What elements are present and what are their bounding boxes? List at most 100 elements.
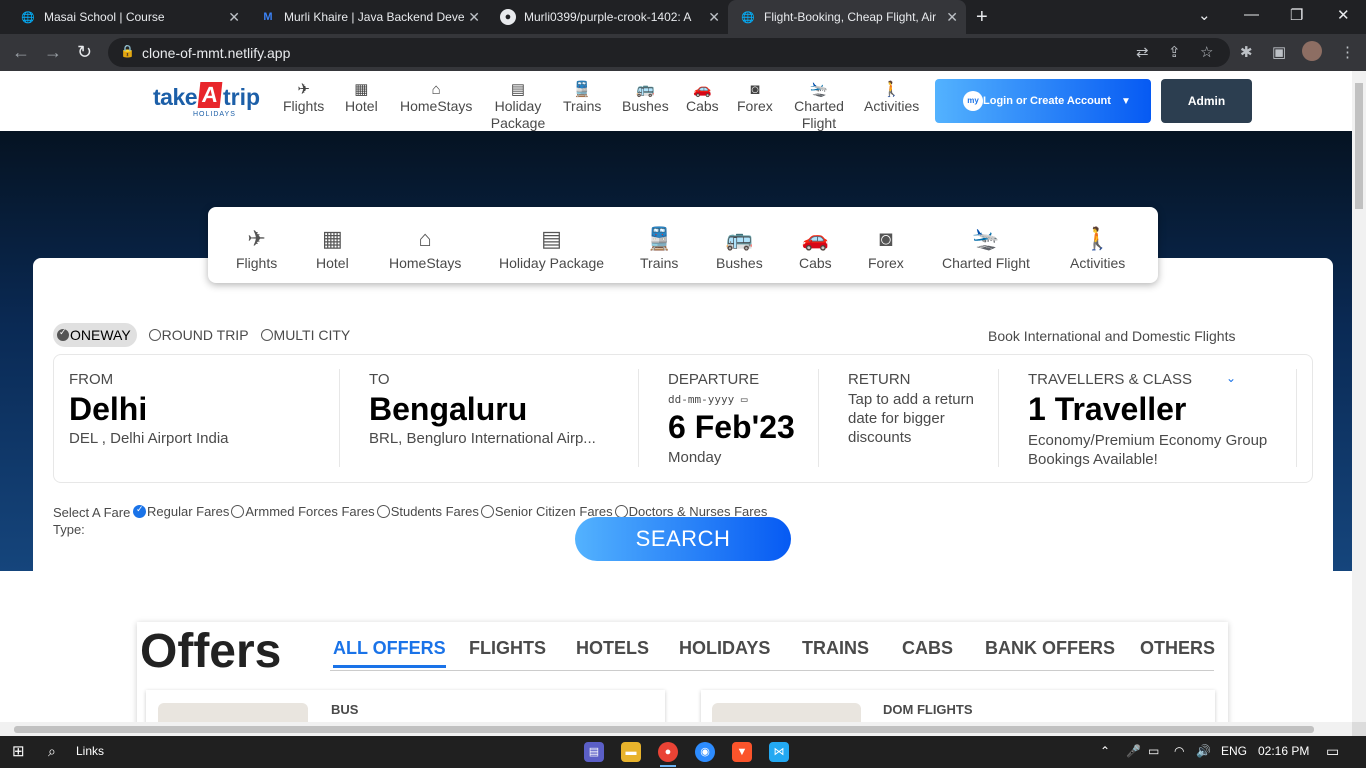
offers-tab-flights[interactable]: FLIGHTS bbox=[469, 638, 546, 659]
windows-start-icon[interactable]: ⊞ bbox=[12, 742, 25, 760]
trip-type-group: ONEWAY ROUND TRIP MULTI CITY bbox=[53, 321, 362, 349]
share-icon[interactable]: ⇪ bbox=[1168, 43, 1181, 61]
category-homestays[interactable]: ⌂ HomeStays bbox=[389, 225, 461, 271]
offers-tab-others[interactable]: OTHERS bbox=[1140, 638, 1215, 659]
offers-tab-cabs[interactable]: CABS bbox=[902, 638, 953, 659]
lock-icon: 🔒 bbox=[120, 44, 135, 58]
tab-title: Masai School | Course bbox=[44, 10, 165, 24]
profile-avatar-icon[interactable] bbox=[1302, 41, 1322, 61]
minimize-icon[interactable]: — bbox=[1244, 6, 1259, 23]
departure-field[interactable]: DEPARTURE dd-mm-yyyy ▭ 6 Feb'23 Monday bbox=[668, 355, 818, 482]
trip-type-roundtrip[interactable]: ROUND TRIP bbox=[148, 327, 249, 343]
chrome-icon[interactable]: ● bbox=[658, 742, 678, 762]
search-button[interactable]: SEARCH bbox=[575, 517, 791, 561]
clock[interactable]: 02:16 PM bbox=[1258, 744, 1309, 758]
taskbar-search-label[interactable]: Links bbox=[76, 744, 104, 758]
browser-tab-active[interactable]: 🌐 Flight-Booking, Cheap Flight, Air ✕ bbox=[728, 0, 966, 34]
category-activities[interactable]: 🚶 Activities bbox=[1070, 225, 1125, 271]
language-indicator[interactable]: ENG bbox=[1221, 744, 1247, 758]
fare-label: Armmed Forces Fares bbox=[245, 504, 375, 519]
to-field[interactable]: TO Bengaluru BRL, Bengluro International… bbox=[369, 355, 629, 482]
vscode-icon[interactable]: ⋈ bbox=[769, 742, 789, 762]
fare-students[interactable]: Students Fares bbox=[376, 504, 479, 519]
site-header: take A trip HOLIDAYS ✈ Flights ▦ Hotel ⌂ Ho… bbox=[0, 71, 1352, 131]
forward-icon[interactable]: → bbox=[44, 42, 62, 63]
close-tab-icon[interactable]: ✕ bbox=[708, 9, 720, 26]
fare-regular[interactable]: Regular Fares bbox=[133, 504, 229, 519]
offers-tab-all[interactable]: ALL OFFERS bbox=[333, 638, 446, 668]
nav-bushes[interactable]: 🚌 Bushes bbox=[622, 81, 669, 115]
category-hotel[interactable]: ▦ Hotel bbox=[316, 225, 349, 271]
nav-flights[interactable]: ✈ Flights bbox=[283, 81, 324, 115]
site-logo[interactable]: take A trip HOLIDAYS bbox=[153, 82, 263, 122]
offers-tab-trains[interactable]: TRAINS bbox=[802, 638, 869, 659]
fare-armed-forces[interactable]: Armmed Forces Fares bbox=[231, 504, 375, 519]
back-icon[interactable]: ← bbox=[12, 42, 30, 63]
nav-cabs[interactable]: 🚗 Cabs bbox=[686, 81, 719, 115]
return-field[interactable]: RETURN Tap to add a return date for bigg… bbox=[848, 355, 998, 482]
nav-charted-flight[interactable]: 🛬 Charted Flight bbox=[791, 81, 847, 132]
nav-hotel[interactable]: ▦ Hotel bbox=[345, 81, 378, 115]
tab-search-icon[interactable]: ⌄ bbox=[1198, 6, 1211, 24]
extensions-icon[interactable]: ✱ bbox=[1240, 43, 1253, 61]
browser-tab-profile[interactable]: M Murli Khaire | Java Backend Deve ✕ bbox=[248, 0, 488, 34]
notifications-icon[interactable]: ▭ bbox=[1326, 743, 1339, 760]
nav-activities[interactable]: 🚶 Activities bbox=[864, 81, 919, 115]
trip-type-multicity[interactable]: MULTI CITY bbox=[260, 327, 350, 343]
login-button[interactable]: my Login or Create Account ▼ bbox=[935, 79, 1151, 123]
offer-card[interactable]: BUS bbox=[146, 690, 665, 722]
scroll-thumb[interactable] bbox=[14, 726, 1314, 733]
offers-tab-bank[interactable]: BANK OFFERS bbox=[985, 638, 1115, 659]
browser-tab-github[interactable]: ● Murli0399/purple-crook-1402: A ✕ bbox=[488, 0, 728, 34]
from-field[interactable]: FROM Delhi DEL , Delhi Airport India bbox=[69, 355, 339, 482]
close-tab-icon[interactable]: ✕ bbox=[468, 9, 480, 26]
chevron-up-icon[interactable]: ⌃ bbox=[1100, 744, 1110, 758]
brave-icon[interactable]: ▼ bbox=[732, 742, 752, 762]
category-cabs[interactable]: 🚗 Cabs bbox=[799, 225, 832, 271]
scroll-thumb[interactable] bbox=[1355, 83, 1363, 209]
category-trains[interactable]: 🚆 Trains bbox=[640, 225, 678, 271]
logo-trip: trip bbox=[223, 84, 261, 110]
mic-icon[interactable]: 🎤 bbox=[1126, 744, 1141, 758]
url-input[interactable]: 🔒 clone-of-mmt.netlify.app bbox=[108, 38, 1230, 67]
bookmark-star-icon[interactable]: ☆ bbox=[1200, 43, 1213, 61]
offers-tab-hotels[interactable]: HOTELS bbox=[576, 638, 649, 659]
app-icon[interactable]: ▤ bbox=[584, 742, 604, 762]
nav-trains[interactable]: 🚆 Trains bbox=[563, 81, 601, 115]
browser-tab-masai[interactable]: 🌐 Masai School | Course ✕ bbox=[8, 0, 248, 34]
new-tab-button[interactable]: + bbox=[976, 6, 988, 29]
category-flights[interactable]: ✈ Flights bbox=[236, 225, 277, 271]
nav-forex[interactable]: ◙ Forex bbox=[737, 81, 773, 115]
zoom-icon[interactable]: ◉ bbox=[695, 742, 715, 762]
travellers-field[interactable]: TRAVELLERS & CLASS ⌄ 1 Traveller Economy… bbox=[1028, 355, 1298, 482]
horizontal-scrollbar[interactable] bbox=[0, 722, 1352, 736]
folder-icon[interactable]: ▬ bbox=[621, 742, 641, 762]
admin-button[interactable]: Admin bbox=[1161, 79, 1252, 123]
category-charted-flight[interactable]: 🛬 Charted Flight bbox=[942, 225, 1030, 271]
offer-card[interactable]: DOM FLIGHTS bbox=[701, 690, 1215, 722]
my-badge-icon: my bbox=[963, 91, 983, 111]
nav-label: Trains bbox=[563, 98, 602, 114]
translate-icon[interactable]: ⇄ bbox=[1136, 43, 1149, 61]
date-input[interactable]: dd-mm-yyyy ▭ bbox=[668, 393, 747, 406]
offers-tab-holidays[interactable]: HOLIDAYS bbox=[679, 638, 770, 659]
menu-kebab-icon[interactable]: ⋮ bbox=[1340, 43, 1355, 61]
battery-icon[interactable]: ▭ bbox=[1148, 744, 1159, 758]
reload-icon[interactable]: ↻ bbox=[77, 42, 92, 63]
vertical-scrollbar[interactable] bbox=[1352, 71, 1366, 722]
close-window-icon[interactable]: ✕ bbox=[1337, 6, 1350, 24]
category-holiday-package[interactable]: ▤ Holiday Package bbox=[499, 225, 604, 271]
volume-icon[interactable]: 🔊 bbox=[1196, 744, 1211, 758]
wifi-icon[interactable]: ◠ bbox=[1174, 744, 1184, 758]
category-bushes[interactable]: 🚌 Bushes bbox=[716, 225, 763, 271]
nav-holiday-package[interactable]: ▤ Holiday Package bbox=[489, 81, 547, 132]
close-tab-icon[interactable]: ✕ bbox=[228, 9, 240, 26]
nav-homestays[interactable]: ⌂ HomeStays bbox=[400, 81, 472, 115]
trip-type-oneway[interactable]: ONEWAY bbox=[53, 323, 137, 347]
restore-icon[interactable]: ❐ bbox=[1290, 6, 1303, 24]
side-panel-icon[interactable]: ▣ bbox=[1272, 43, 1286, 61]
category-forex[interactable]: ◙ Forex bbox=[868, 225, 904, 271]
close-tab-icon[interactable]: ✕ bbox=[946, 9, 958, 26]
search-icon[interactable]: ⌕ bbox=[48, 743, 56, 760]
home-icon: ⌂ bbox=[418, 226, 432, 251]
